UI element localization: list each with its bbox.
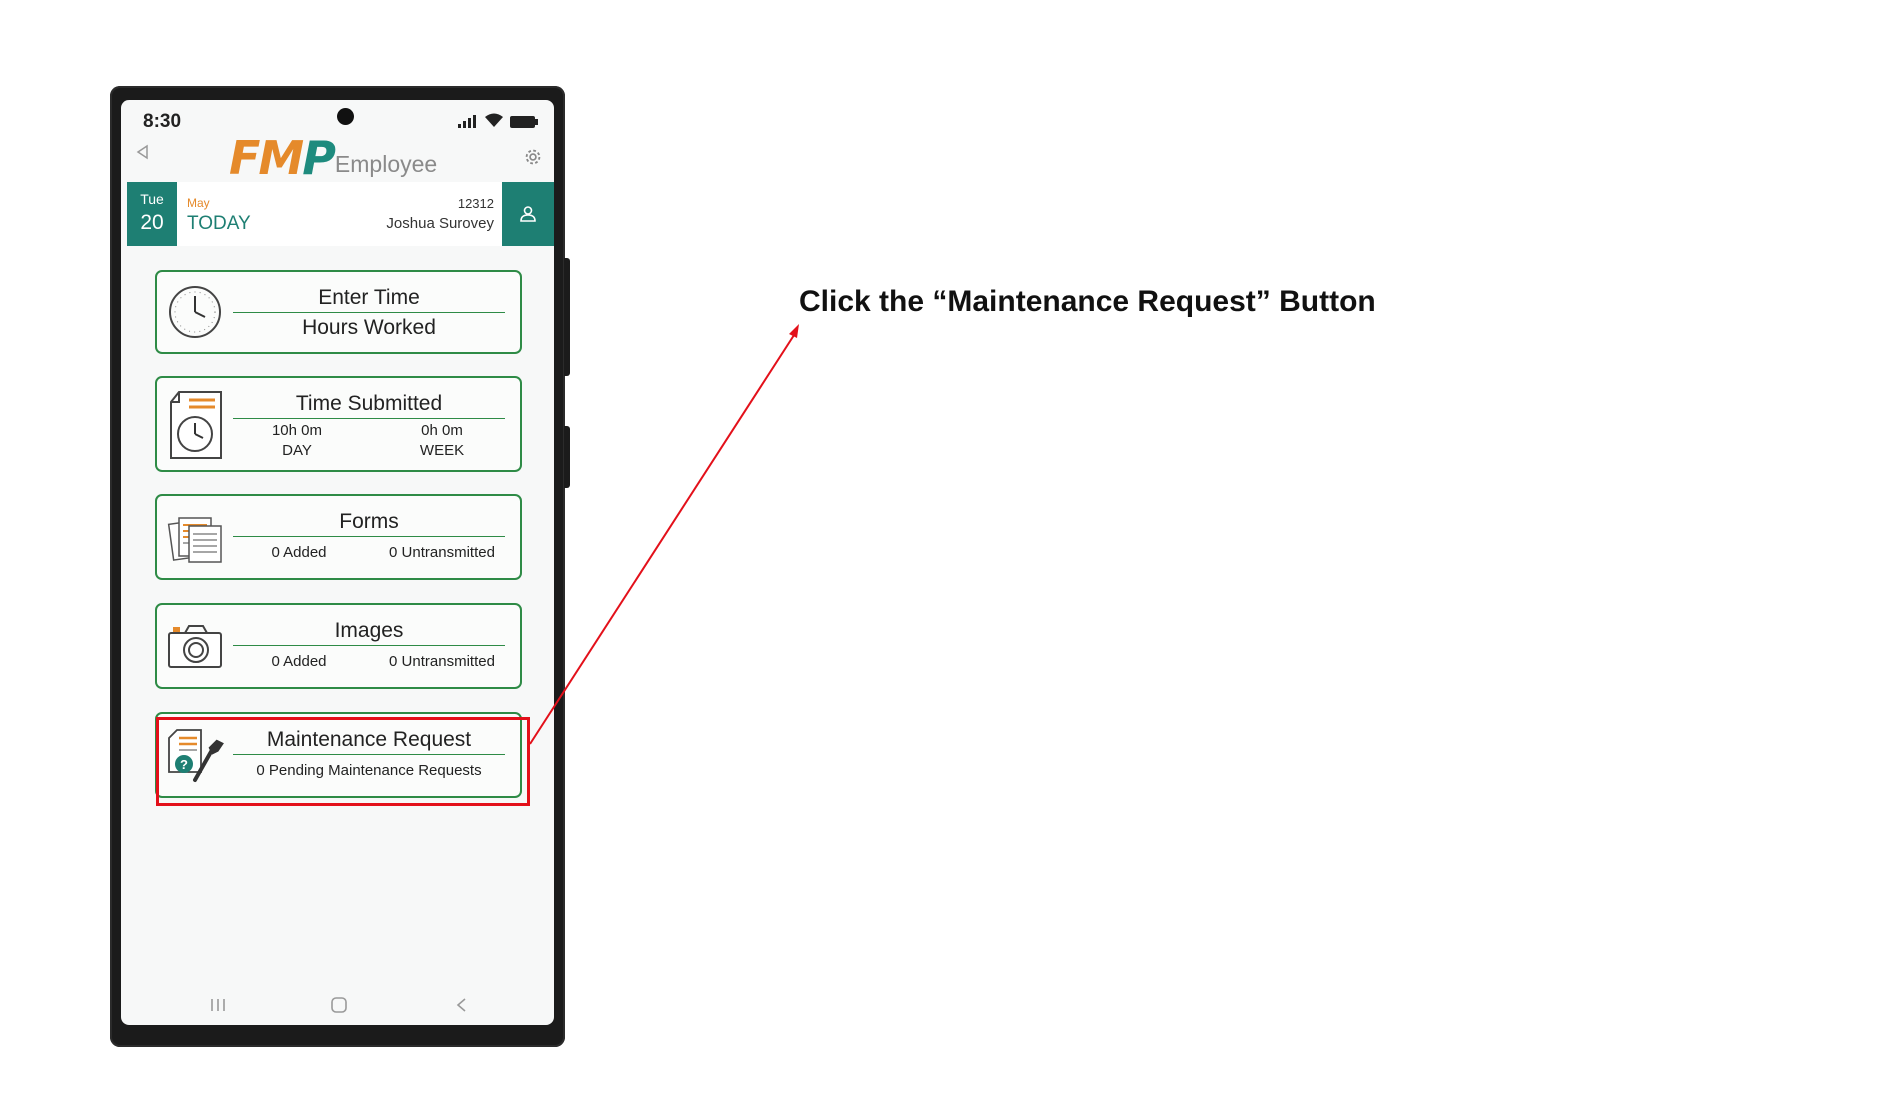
annotation-arrow	[529, 324, 799, 745]
instruction-callout: Click the “Maintenance Request” Button	[799, 285, 1376, 318]
